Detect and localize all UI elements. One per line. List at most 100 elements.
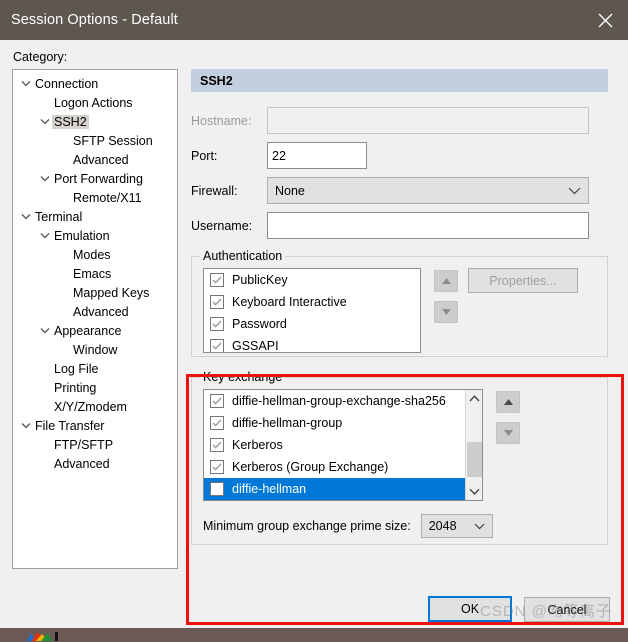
chevron-down-icon[interactable] bbox=[19, 80, 33, 87]
port-input[interactable] bbox=[267, 142, 367, 169]
key-exchange-title: Key exchange bbox=[200, 370, 286, 384]
sidebar-item-label: Emacs bbox=[73, 266, 112, 281]
key-exchange-item[interactable]: Kerberos bbox=[204, 434, 467, 456]
sidebar-item-label: Advanced bbox=[54, 456, 110, 471]
sidebar-item-label: Mapped Keys bbox=[73, 285, 150, 300]
key-exchange-item[interactable]: Kerberos (Group Exchange) bbox=[204, 456, 467, 478]
category-label: Category: bbox=[13, 50, 68, 64]
close-icon[interactable] bbox=[582, 0, 628, 40]
key-exchange-item[interactable]: diffie-hellman bbox=[204, 478, 467, 500]
sidebar-item-port-forwarding[interactable]: Port Forwarding bbox=[13, 169, 177, 188]
sidebar-item-connection[interactable]: Connection bbox=[13, 74, 177, 93]
session-options-dialog: Session Options - Default Category: Conn… bbox=[0, 0, 628, 628]
chevron-down-icon[interactable] bbox=[38, 175, 52, 182]
sidebar-item-advanced[interactable]: Advanced bbox=[13, 302, 177, 321]
auth-move-down-button[interactable] bbox=[434, 301, 458, 323]
firewall-select[interactable]: None bbox=[267, 177, 589, 204]
sidebar-item-mapped-keys[interactable]: Mapped Keys bbox=[13, 283, 177, 302]
key-exchange-item[interactable]: diffie-hellman-group bbox=[204, 412, 467, 434]
sidebar-item-emacs[interactable]: Emacs bbox=[13, 264, 177, 283]
chevron-down-icon bbox=[568, 187, 581, 195]
dialog-title: Session Options - Default bbox=[11, 12, 178, 28]
sidebar-item-label: Advanced bbox=[73, 304, 129, 319]
sidebar-item-label: Advanced bbox=[73, 152, 129, 167]
sidebar-item-log-file[interactable]: Log File bbox=[13, 359, 177, 378]
chevron-down-icon[interactable] bbox=[466, 483, 482, 500]
hostname-label: Hostname: bbox=[191, 113, 252, 128]
chevron-down-icon[interactable] bbox=[19, 422, 33, 429]
kex-move-up-button[interactable] bbox=[496, 391, 520, 413]
key-exchange-list[interactable]: diffie-hellman-group-exchange-sha256 diff… bbox=[204, 390, 467, 500]
hostname-input[interactable] bbox=[267, 107, 589, 134]
sidebar-item-logon-actions[interactable]: Logon Actions bbox=[13, 93, 177, 112]
username-input[interactable] bbox=[267, 212, 589, 239]
taskbar bbox=[0, 628, 628, 642]
sidebar-item-label: Port Forwarding bbox=[54, 171, 143, 186]
auth-move-up-button[interactable] bbox=[434, 270, 458, 292]
sidebar-item-advanced[interactable]: Advanced bbox=[13, 454, 177, 473]
authentication-label: Password bbox=[232, 317, 287, 331]
checkbox-checked-icon[interactable] bbox=[210, 317, 224, 331]
checkbox-checked-icon[interactable] bbox=[210, 273, 224, 287]
authentication-label: PublicKey bbox=[232, 273, 288, 287]
checkbox-checked-icon[interactable] bbox=[210, 460, 224, 474]
sidebar-item-label: Modes bbox=[73, 247, 111, 262]
sidebar-item-emulation[interactable]: Emulation bbox=[13, 226, 177, 245]
sidebar-item-remote-x11[interactable]: Remote/X11 bbox=[13, 188, 177, 207]
authentication-item[interactable]: GSSAPI bbox=[204, 335, 420, 353]
key-exchange-scrollbar[interactable] bbox=[465, 390, 482, 500]
sidebar-item-modes[interactable]: Modes bbox=[13, 245, 177, 264]
sidebar-item-x-y-zmodem[interactable]: X/Y/Zmodem bbox=[13, 397, 177, 416]
chevron-down-icon[interactable] bbox=[38, 118, 52, 125]
authentication-label: GSSAPI bbox=[232, 339, 279, 353]
authentication-item[interactable]: Password bbox=[204, 313, 420, 335]
key-exchange-label: diffie-hellman-group-exchange-sha256 bbox=[232, 394, 446, 408]
prime-size-value: 2048 bbox=[428, 519, 457, 533]
key-exchange-item[interactable]: diffie-hellman-group-exchange-sha256 bbox=[204, 390, 467, 412]
authentication-item[interactable]: Keyboard Interactive bbox=[204, 291, 420, 313]
chevron-up-icon[interactable] bbox=[466, 390, 482, 407]
sidebar-item-label: FTP/SFTP bbox=[54, 437, 114, 452]
taskbar-app-icon[interactable] bbox=[26, 630, 62, 641]
checkbox-checked-icon[interactable] bbox=[210, 295, 224, 309]
authentication-list[interactable]: PublicKey Keyboard Interactive Password GSS… bbox=[203, 268, 421, 353]
chevron-down-icon[interactable] bbox=[38, 327, 52, 334]
chevron-down-icon[interactable] bbox=[19, 213, 33, 220]
authentication-item[interactable]: PublicKey bbox=[204, 269, 420, 291]
key-exchange-label: diffie-hellman-group bbox=[232, 416, 343, 430]
chevron-down-icon[interactable] bbox=[38, 232, 52, 239]
sidebar-item-file-transfer[interactable]: File Transfer bbox=[13, 416, 177, 435]
firewall-row: Firewall: None bbox=[191, 177, 589, 204]
sidebar-item-appearance[interactable]: Appearance bbox=[13, 321, 177, 340]
sidebar-item-sftp-session[interactable]: SFTP Session bbox=[13, 131, 177, 150]
properties-button[interactable]: Properties... bbox=[468, 268, 578, 293]
scrollbar-thumb[interactable] bbox=[467, 442, 482, 477]
key-exchange-listbox[interactable]: diffie-hellman-group-exchange-sha256 diff… bbox=[203, 389, 483, 501]
sidebar-item-label: Appearance bbox=[54, 323, 122, 338]
watermark-text: CSDN @吻等离子 bbox=[480, 603, 612, 620]
username-row: Username: bbox=[191, 212, 589, 239]
prime-size-select[interactable]: 2048 bbox=[420, 514, 493, 538]
sidebar-item-printing[interactable]: Printing bbox=[13, 378, 177, 397]
firewall-value: None bbox=[275, 183, 305, 198]
sidebar-item-label: Terminal bbox=[35, 209, 83, 224]
sidebar-item-terminal[interactable]: Terminal bbox=[13, 207, 177, 226]
dialog-body: Category: Connection Logon Actions SSH2 SFT… bbox=[0, 40, 628, 628]
sidebar-item-label: SSH2 bbox=[52, 114, 89, 129]
checkbox-checked-icon[interactable] bbox=[210, 394, 224, 408]
sidebar-item-ftp-sftp[interactable]: FTP/SFTP bbox=[13, 435, 177, 454]
checkbox-checked-icon[interactable] bbox=[210, 438, 224, 452]
sidebar-item-label: Window bbox=[73, 342, 118, 357]
sidebar-item-label: SFTP Session bbox=[73, 133, 153, 148]
sidebar-item-ssh2[interactable]: SSH2 bbox=[13, 112, 177, 131]
checkbox-checked-icon[interactable] bbox=[210, 416, 224, 430]
dialog-titlebar[interactable]: Session Options - Default bbox=[0, 0, 628, 40]
prime-size-row: Minimum group exchange prime size: 2048 bbox=[203, 514, 493, 538]
checkbox-checked-icon[interactable] bbox=[210, 339, 224, 352]
chevron-down-icon bbox=[474, 523, 485, 530]
sidebar-item-window[interactable]: Window bbox=[13, 340, 177, 359]
category-tree[interactable]: Connection Logon Actions SSH2 SFTP Session A… bbox=[12, 69, 178, 569]
checkbox-checked-icon[interactable] bbox=[210, 482, 224, 496]
sidebar-item-advanced[interactable]: Advanced bbox=[13, 150, 177, 169]
kex-move-down-button[interactable] bbox=[496, 422, 520, 444]
